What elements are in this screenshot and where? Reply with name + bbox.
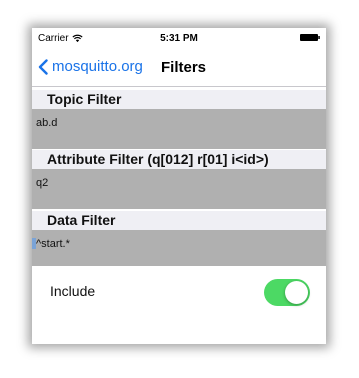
data-filter-value-wrap: ^start.* (32, 238, 70, 250)
back-button[interactable]: mosquitto.org (38, 58, 143, 75)
topic-filter-header: Topic Filter (32, 90, 326, 109)
data-filter-header: Data Filter (32, 211, 326, 230)
page-title: Filters (161, 59, 207, 76)
status-time: 5:31 PM (160, 33, 198, 44)
topic-filter-value: ab.d (36, 117, 58, 129)
attribute-filter-header: Attribute Filter (q[012] r[01] i<id>) (32, 150, 326, 169)
battery-icon (300, 34, 320, 41)
back-button-label: mosquitto.org (52, 58, 143, 75)
device-screen: Carrier 5:31 PM mosquitto.org Filters To… (32, 28, 326, 344)
data-filter-input[interactable]: ^start.* (32, 230, 326, 268)
attribute-filter-value: q2 (36, 177, 49, 189)
status-bar: Carrier 5:31 PM (32, 28, 326, 48)
topic-filter-input[interactable]: ab.d (32, 109, 326, 149)
chevron-left-icon (38, 58, 48, 75)
attribute-filter-input[interactable]: q2 (32, 169, 326, 209)
include-label: Include (50, 283, 96, 299)
include-row: Include (32, 266, 326, 316)
navigation-bar: mosquitto.org Filters (32, 50, 326, 87)
include-toggle[interactable] (264, 279, 310, 306)
toggle-knob (285, 281, 308, 304)
data-filter-value: ^start.* (36, 238, 70, 250)
